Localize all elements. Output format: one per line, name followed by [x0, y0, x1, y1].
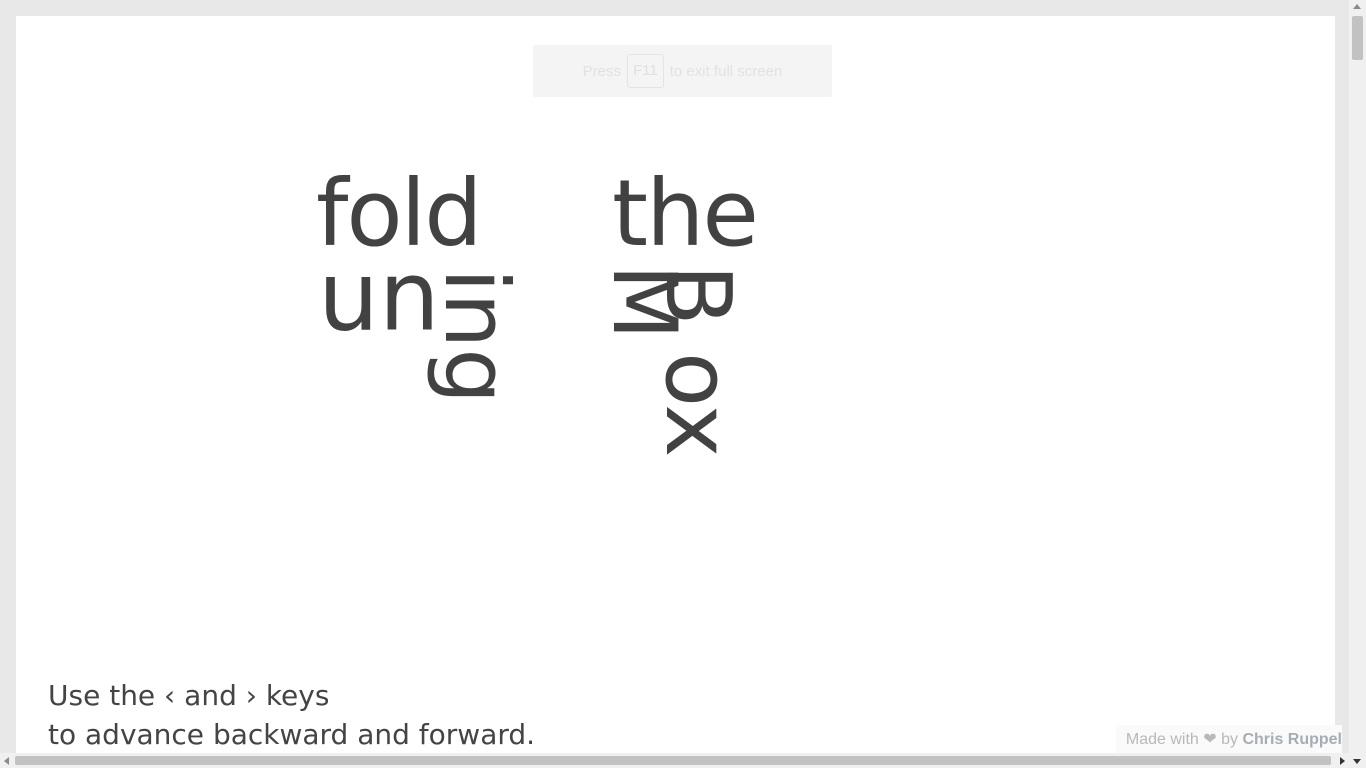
word-ox-rotated: ox — [645, 352, 750, 458]
page-canvas: Press F11 to exit full screen fold un in… — [16, 16, 1335, 756]
word-fold: fold — [316, 160, 483, 267]
fullscreen-notice: Press F11 to exit full screen — [533, 45, 832, 97]
horizontal-scroll-thumb[interactable] — [15, 756, 1331, 765]
credit-footer: Made with ❤ by Chris Ruppel — [1115, 725, 1342, 753]
vertical-scroll-thumb[interactable] — [1352, 16, 1363, 60]
instructions-line-1: Use the ‹ and › keys — [48, 679, 330, 712]
instructions-line-2: to advance backward and forward. — [48, 718, 536, 751]
browser-viewport: Press F11 to exit full screen fold un in… — [0, 0, 1366, 768]
horizontal-scrollbar[interactable] — [0, 753, 1349, 768]
word-the: the — [612, 160, 759, 267]
fullscreen-key-badge: F11 — [627, 54, 664, 88]
author-link[interactable]: Chris Ruppel — [1242, 731, 1342, 748]
scroll-down-arrow-icon[interactable] — [1353, 759, 1361, 764]
fullscreen-notice-prefix: Press — [582, 62, 622, 80]
keyboard-instructions: Use the ‹ and › keys to advance backward… — [48, 676, 535, 754]
scroll-right-arrow-icon[interactable] — [1340, 757, 1345, 765]
word-ing-rotated: ing — [425, 268, 528, 405]
scroll-left-arrow-icon[interactable] — [4, 757, 9, 765]
credit-prefix: Made with ❤ by — [1125, 731, 1238, 748]
scroll-up-arrow-icon[interactable] — [1353, 4, 1361, 9]
vertical-scrollbar[interactable] — [1349, 0, 1366, 768]
word-un-upside-down: un — [318, 254, 440, 366]
fullscreen-notice-suffix: to exit full screen — [669, 62, 783, 80]
word-w-rotated: M — [593, 264, 696, 340]
